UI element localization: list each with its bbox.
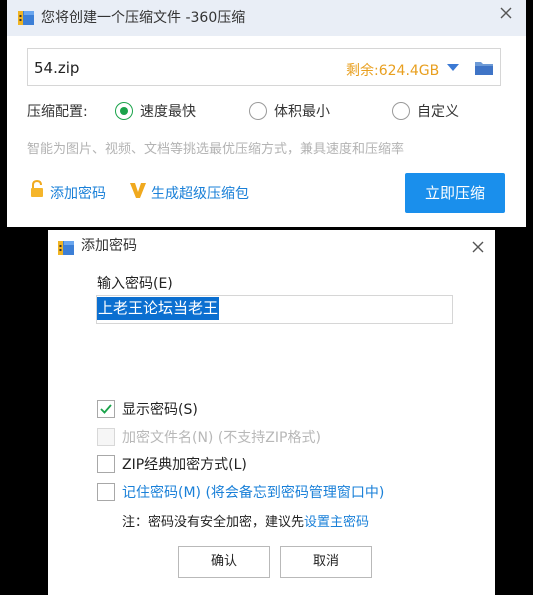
option-smallest-label[interactable]: 体积最小 (274, 103, 330, 121)
lock-icon (31, 180, 43, 197)
add-password-dialog: 添加密码 输入密码(E) 上老王论坛当老王 显示密码(S) 加密文件名(N) (… (48, 230, 495, 595)
dialog-title: 添加密码 (81, 238, 137, 254)
checkmark-icon (100, 404, 112, 414)
security-note-text: 注：密码没有安全加密，建议先 (122, 515, 305, 530)
set-master-password-link[interactable]: 设置主密码 (304, 515, 369, 530)
remember-password-checkbox[interactable] (97, 483, 115, 501)
compress-window: 您将创建一个压缩文件 -360压缩 54.zip 剩余:624.4GB 压缩配置… (7, 0, 526, 227)
archive-app-icon (58, 241, 74, 255)
ok-button[interactable]: 确认 (178, 546, 270, 578)
option-custom-label[interactable]: 自定义 (417, 103, 459, 121)
zip-classic-label[interactable]: ZIP经典加密方式(L) (122, 456, 247, 474)
close-icon[interactable] (498, 5, 514, 21)
cancel-button[interactable]: 取消 (280, 546, 372, 578)
compress-config-label: 压缩配置: (27, 104, 88, 120)
compress-now-button[interactable]: 立即压缩 (405, 173, 505, 213)
password-field-label: 输入密码(E) (97, 276, 173, 292)
archive-filename[interactable]: 54.zip (34, 59, 79, 77)
security-note: 注：密码没有安全加密，建议先设置主密码 (122, 514, 369, 532)
free-space-text: 剩余:624.4GB (346, 63, 440, 79)
super-package-link[interactable]: 生成超级压缩包 (151, 185, 249, 203)
add-password-link[interactable]: 添加密码 (50, 185, 106, 203)
show-password-label[interactable]: 显示密码(S) (122, 401, 198, 419)
chevron-down-icon[interactable] (446, 63, 460, 73)
compress-window-titlebar: 您将创建一个压缩文件 -360压缩 (7, 0, 526, 36)
encrypt-filename-label: 加密文件名(N) (不支持ZIP格式) (122, 430, 321, 446)
dialog-titlebar: 添加密码 (48, 230, 495, 263)
zip-classic-checkbox[interactable] (97, 455, 115, 473)
password-input[interactable]: 上老王论坛当老王 (96, 295, 453, 324)
folder-icon[interactable] (474, 59, 494, 76)
radio-fastest[interactable] (115, 102, 133, 120)
archive-app-icon (18, 11, 34, 25)
encrypt-filename-checkbox (97, 428, 115, 446)
radio-custom[interactable] (392, 102, 410, 120)
radio-smallest[interactable] (249, 102, 267, 120)
remember-password-label[interactable]: 记住密码(M) (将会备忘到密码管理窗口中) (122, 484, 384, 502)
compression-hint: 智能为图片、视频、文档等挑选最优压缩方式，兼具速度和压缩率 (27, 142, 405, 157)
password-input-value[interactable]: 上老王论坛当老王 (97, 297, 220, 320)
option-fastest-label[interactable]: 速度最快 (140, 103, 196, 121)
compress-window-title: 您将创建一个压缩文件 -360压缩 (41, 10, 246, 26)
close-icon[interactable] (470, 239, 486, 255)
super-package-icon (130, 183, 146, 198)
show-password-checkbox[interactable] (97, 400, 115, 418)
archive-path-field[interactable]: 54.zip 剩余:624.4GB (27, 48, 501, 86)
